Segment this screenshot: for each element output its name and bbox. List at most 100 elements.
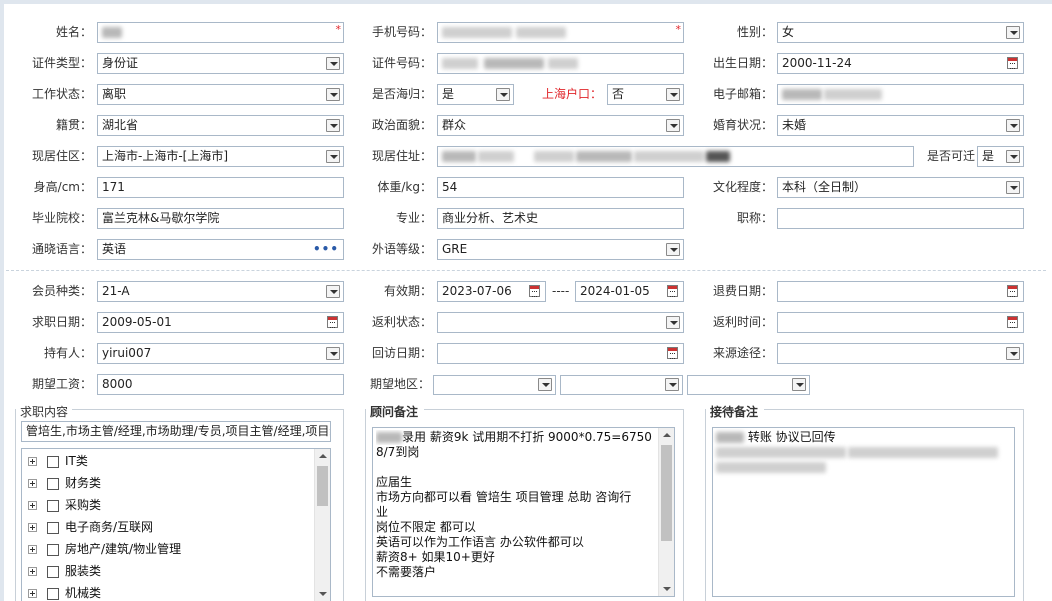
job-date-field[interactable]: 2009-05-01 [97,312,344,333]
tree-item[interactable]: 房地产/建筑/物业管理 [28,540,181,558]
chevron-down-icon[interactable] [326,57,340,70]
advisor-note-textarea[interactable]: 录用 薪资9k 试用期不打折 9000*0.75=6750 8/7到岗 应届生 市场方… [372,427,675,597]
height-field[interactable]: 171 [97,177,344,198]
chevron-down-icon[interactable] [326,119,340,132]
category-checkbox[interactable] [47,543,59,556]
calendar-icon[interactable] [1007,316,1018,328]
more-icon[interactable]: ••• [313,240,339,259]
relocate-select[interactable]: 是 [977,146,1024,167]
chevron-down-icon[interactable] [1006,26,1020,39]
validity-from-field[interactable]: 2023-07-06 [437,281,546,302]
scroll-thumb[interactable] [661,445,672,541]
area-city-select[interactable] [560,375,683,395]
returnee-select[interactable]: 是 [437,84,514,105]
tree-item[interactable]: 财务类 [28,474,101,492]
chevron-down-icon[interactable] [1006,347,1020,360]
gender-select[interactable]: 女 [777,22,1024,43]
chevron-down-icon[interactable] [326,150,340,163]
chevron-down-icon[interactable] [665,378,679,391]
chevron-down-icon[interactable] [1006,150,1020,163]
salary-field[interactable]: 8000 [97,374,344,395]
job-content-selected[interactable]: 管培生,市场主管/经理,市场助理/专员,项目主管/经理,项目经 [21,421,331,442]
marital-select[interactable]: 未婚 [777,115,1024,136]
scroll-up-icon[interactable] [319,454,327,458]
chevron-down-icon[interactable] [1006,181,1020,194]
email-field[interactable] [777,84,1024,105]
scroll-thumb[interactable] [317,466,328,506]
plus-icon[interactable] [28,501,37,510]
plus-icon[interactable] [28,545,37,554]
calendar-icon[interactable] [529,285,540,297]
title-field[interactable] [777,208,1024,229]
tree-item[interactable]: 机械类 [28,584,101,601]
area-province-select[interactable] [433,375,556,395]
advisor-scrollbar[interactable] [658,428,674,596]
chevron-down-icon[interactable] [326,347,340,360]
school-field[interactable]: 富兰克林&马歇尔学院 [97,208,344,229]
reception-note-textarea[interactable]: 转账 协议已回传 [712,427,1015,597]
chevron-down-icon[interactable] [496,88,510,101]
plus-icon[interactable] [28,479,37,488]
language-field[interactable]: 英语 ••• [97,239,344,260]
calendar-icon[interactable] [667,285,678,297]
plus-icon[interactable] [28,523,37,532]
chevron-down-icon[interactable] [666,88,680,101]
sh-hukou-select[interactable]: 否 [607,84,684,105]
tree-item[interactable]: IT类 [28,452,88,470]
category-checkbox[interactable] [47,565,59,578]
tree-item[interactable]: 服装类 [28,562,101,580]
scroll-down-icon[interactable] [663,587,671,591]
refund-date-field[interactable] [777,281,1024,302]
validity-to-field[interactable]: 2024-01-05 [575,281,684,302]
category-checkbox[interactable] [47,499,59,512]
source-select[interactable] [777,343,1024,364]
visit-date-field[interactable] [437,343,684,364]
chevron-down-icon[interactable] [792,378,806,391]
language-label: 通晓语言： [31,242,92,256]
work-status-select[interactable]: 离职 [97,84,344,105]
chevron-down-icon[interactable] [326,285,340,298]
scroll-down-icon[interactable] [319,592,327,596]
category-checkbox[interactable] [47,455,59,468]
plus-icon[interactable] [28,457,37,466]
tree-item[interactable]: 采购类 [28,496,101,514]
chevron-down-icon[interactable] [1006,119,1020,132]
plus-icon[interactable] [28,567,37,576]
plus-icon[interactable] [28,589,37,598]
tree-item[interactable]: 电子商务/互联网 [28,518,153,536]
chevron-down-icon[interactable] [538,378,552,391]
birth-date-field[interactable]: 2000-11-24 [777,53,1024,74]
chevron-down-icon[interactable] [326,88,340,101]
weight-field[interactable]: 54 [437,177,684,198]
calendar-icon[interactable] [667,347,678,359]
rebate-status-select[interactable] [437,312,684,333]
member-type-select[interactable]: 21-A [97,281,344,302]
job-category-tree[interactable]: IT类财务类采购类电子商务/互联网房地产/建筑/物业管理 服装类机械类 [21,448,331,601]
area-district-select[interactable] [687,375,810,395]
chevron-down-icon[interactable] [666,243,680,256]
native-select[interactable]: 湖北省 [97,115,344,136]
address-field[interactable] [437,146,914,167]
mobile-field[interactable]: * [437,22,684,43]
redacted-email [782,89,822,100]
chevron-down-icon[interactable] [666,119,680,132]
education-select[interactable]: 本科（全日制） [777,177,1024,198]
category-checkbox[interactable] [47,587,59,600]
calendar-icon[interactable] [1007,285,1018,297]
major-field[interactable]: 商业分析、艺术史 [437,208,684,229]
chevron-down-icon[interactable] [666,316,680,329]
calendar-icon[interactable] [1007,57,1018,69]
calendar-icon[interactable] [327,316,338,328]
category-checkbox[interactable] [47,477,59,490]
rebate-time-field[interactable] [777,312,1024,333]
id-no-field[interactable] [437,53,684,74]
holder-select[interactable]: yirui007 [97,343,344,364]
scroll-up-icon[interactable] [663,433,671,437]
name-field[interactable]: * [97,22,344,43]
category-checkbox[interactable] [47,521,59,534]
id-type-select[interactable]: 身份证 [97,53,344,74]
residence-select[interactable]: 上海市-上海市-[上海市] [97,146,344,167]
foreign-level-select[interactable]: GRE [437,239,684,260]
political-select[interactable]: 群众 [437,115,684,136]
tree-scrollbar[interactable] [314,449,330,601]
